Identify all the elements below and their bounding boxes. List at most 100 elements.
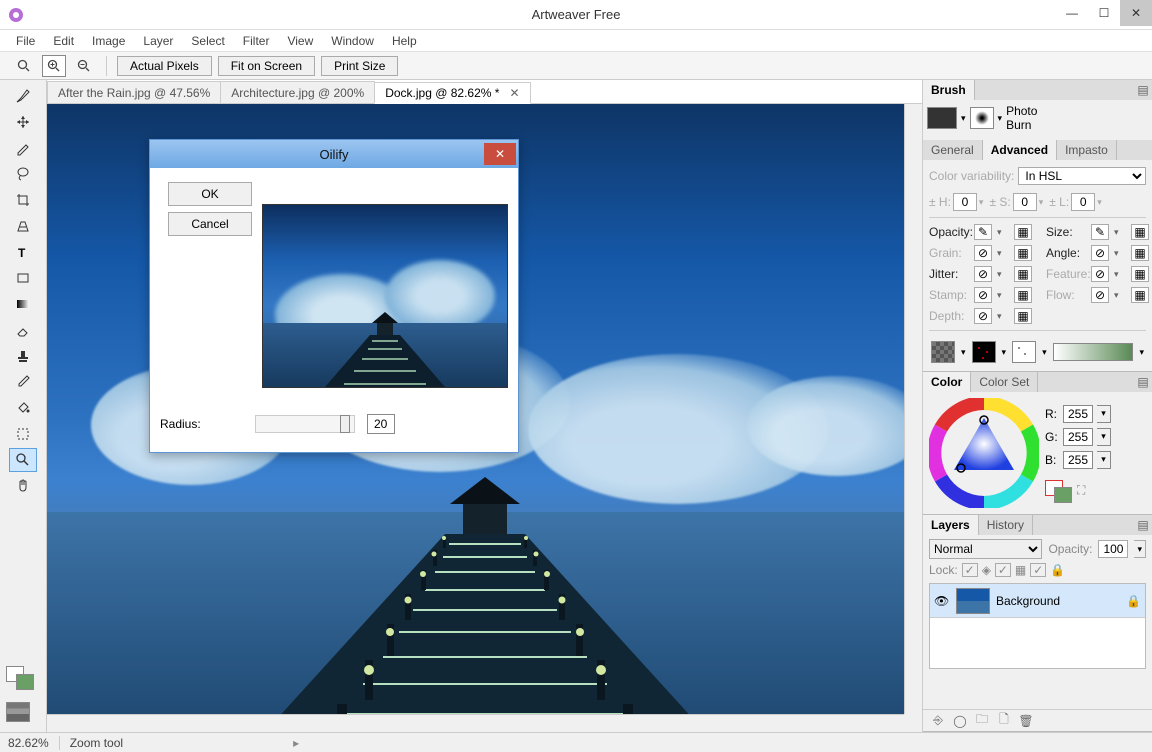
vertical-scrollbar[interactable]: [904, 104, 922, 714]
new-layer-icon[interactable]: 🗋: [995, 713, 1013, 729]
l-input[interactable]: [1071, 193, 1095, 211]
size-toggle-icon[interactable]: ▦: [1131, 224, 1149, 240]
angle-expression-icon[interactable]: ⊘: [1091, 245, 1109, 261]
bucket-tool[interactable]: [9, 396, 37, 420]
radius-slider[interactable]: [255, 415, 355, 433]
dropdown-icon[interactable]: ▾: [1039, 197, 1044, 208]
panel-menu-icon[interactable]: ▤: [1134, 515, 1152, 535]
background-color-swatch[interactable]: [16, 674, 34, 690]
lock-transparency-icon[interactable]: ✓: [962, 563, 978, 577]
horizontal-scrollbar[interactable]: [47, 714, 904, 732]
depth-expression-icon[interactable]: ⊘: [974, 308, 992, 324]
dropdown-icon[interactable]: ▾: [1114, 269, 1128, 280]
subtab-impasto[interactable]: Impasto: [1057, 140, 1117, 160]
gradient-tool[interactable]: [9, 292, 37, 316]
menu-edit[interactable]: Edit: [45, 34, 82, 48]
gradient-preview[interactable]: [1053, 343, 1134, 361]
stamp-toggle-icon[interactable]: ▦: [1014, 287, 1032, 303]
color-wheel[interactable]: [929, 398, 1039, 508]
menu-view[interactable]: View: [279, 34, 321, 48]
hand-tool[interactable]: [9, 474, 37, 498]
panel-menu-icon[interactable]: ▤: [1134, 80, 1152, 100]
brush-tool[interactable]: [9, 84, 37, 108]
grain-expression-icon[interactable]: ⊘: [974, 245, 992, 261]
feature-expression-icon[interactable]: ⊘: [1091, 266, 1109, 282]
color-variability-select[interactable]: In HSL: [1018, 167, 1146, 185]
menu-filter[interactable]: Filter: [235, 34, 278, 48]
dropdown-icon[interactable]: ▾: [1042, 347, 1047, 358]
tab-layers[interactable]: Layers: [923, 515, 979, 535]
dropdown-icon[interactable]: ▾: [998, 113, 1003, 124]
dropdown-icon[interactable]: ▾: [1097, 197, 1102, 208]
menu-select[interactable]: Select: [183, 34, 232, 48]
dropdown-icon[interactable]: ▾: [1114, 248, 1128, 259]
dropdown-icon[interactable]: ▾: [1139, 347, 1144, 358]
layer-thumbnail[interactable]: [956, 588, 990, 614]
menu-file[interactable]: File: [8, 34, 43, 48]
stamp-tool[interactable]: [9, 344, 37, 368]
eraser-tool[interactable]: [9, 318, 37, 342]
brush-preset-thumbnail[interactable]: [927, 107, 957, 129]
dialog-titlebar[interactable]: Oilify ✕: [150, 140, 518, 168]
subtab-general[interactable]: General: [923, 140, 983, 160]
visibility-icon[interactable]: 👁: [934, 594, 950, 608]
fit-on-screen-button[interactable]: Fit on Screen: [218, 56, 315, 76]
dialog-close-button[interactable]: ✕: [484, 143, 516, 165]
ok-button[interactable]: OK: [168, 182, 252, 206]
zoom-reset-icon[interactable]: [72, 55, 96, 77]
dropdown-icon[interactable]: ▾: [997, 290, 1011, 301]
actual-pixels-button[interactable]: Actual Pixels: [117, 56, 212, 76]
document-tab[interactable]: Dock.jpg @ 82.62% *✕: [374, 82, 530, 104]
perspective-tool[interactable]: [9, 214, 37, 238]
maximize-button[interactable]: ☐: [1088, 0, 1120, 26]
print-size-button[interactable]: Print Size: [321, 56, 398, 76]
layer-mask-icon[interactable]: ◯: [951, 713, 969, 729]
dropdown-icon[interactable]: ▾: [997, 227, 1011, 238]
menu-window[interactable]: Window: [323, 34, 382, 48]
tab-color[interactable]: Color: [923, 372, 971, 392]
menu-image[interactable]: Image: [84, 34, 133, 48]
add-to-palette-icon[interactable]: ⛶: [1077, 483, 1085, 498]
text-tool[interactable]: T: [9, 240, 37, 264]
dropdown-icon[interactable]: ▾: [961, 347, 966, 358]
brush-tab[interactable]: Brush: [923, 80, 975, 100]
dropdown-icon[interactable]: ▾: [997, 269, 1011, 280]
lock-pixels-icon[interactable]: ✓: [995, 563, 1011, 577]
new-group-icon[interactable]: 🗀: [973, 713, 991, 729]
zoom-out-icon[interactable]: [12, 55, 36, 77]
dropdown-icon[interactable]: ▾: [961, 113, 966, 124]
dropdown-icon[interactable]: ▾: [1002, 347, 1007, 358]
jitter-toggle-icon[interactable]: ▦: [1014, 266, 1032, 282]
radius-input[interactable]: [367, 414, 395, 434]
document-tab[interactable]: Architecture.jpg @ 200%: [220, 81, 375, 103]
r-input[interactable]: [1063, 405, 1093, 423]
size-expression-icon[interactable]: ✎: [1091, 224, 1109, 240]
filter-preview[interactable]: [262, 204, 508, 388]
depth-toggle-icon[interactable]: ▦: [1014, 308, 1032, 324]
opacity-toggle-icon[interactable]: ▦: [1014, 224, 1032, 240]
dropdown-icon[interactable]: ▾: [1114, 227, 1128, 238]
grain-toggle-icon[interactable]: ▦: [1014, 245, 1032, 261]
texture-1[interactable]: [931, 341, 955, 363]
tab-history[interactable]: History: [979, 515, 1033, 535]
close-button[interactable]: ✕: [1120, 0, 1152, 26]
b-input[interactable]: [1063, 451, 1093, 469]
link-layers-icon[interactable]: ⎆: [929, 713, 947, 729]
dropdown-icon[interactable]: ▾: [1134, 540, 1146, 558]
jitter-expression-icon[interactable]: ⊘: [974, 266, 992, 282]
opacity-expression-icon[interactable]: ✎: [974, 224, 992, 240]
dropdown-icon[interactable]: ▾: [997, 311, 1011, 322]
lock-all-icon[interactable]: ✓: [1030, 563, 1046, 577]
zoom-in-icon[interactable]: [42, 55, 66, 77]
selection-tool[interactable]: [9, 422, 37, 446]
blend-mode-select[interactable]: Normal: [929, 539, 1042, 559]
layer-item[interactable]: 👁 Background 🔒: [930, 584, 1145, 618]
h-input[interactable]: [953, 193, 977, 211]
dropdown-icon[interactable]: ▾: [979, 197, 984, 208]
menu-help[interactable]: Help: [384, 34, 425, 48]
eyedropper-tool[interactable]: [9, 370, 37, 394]
delete-layer-icon[interactable]: 🗑: [1017, 713, 1035, 729]
shape-tool[interactable]: [9, 266, 37, 290]
brush-tip-preview[interactable]: [970, 107, 994, 129]
tab-close-icon[interactable]: ✕: [509, 86, 519, 100]
